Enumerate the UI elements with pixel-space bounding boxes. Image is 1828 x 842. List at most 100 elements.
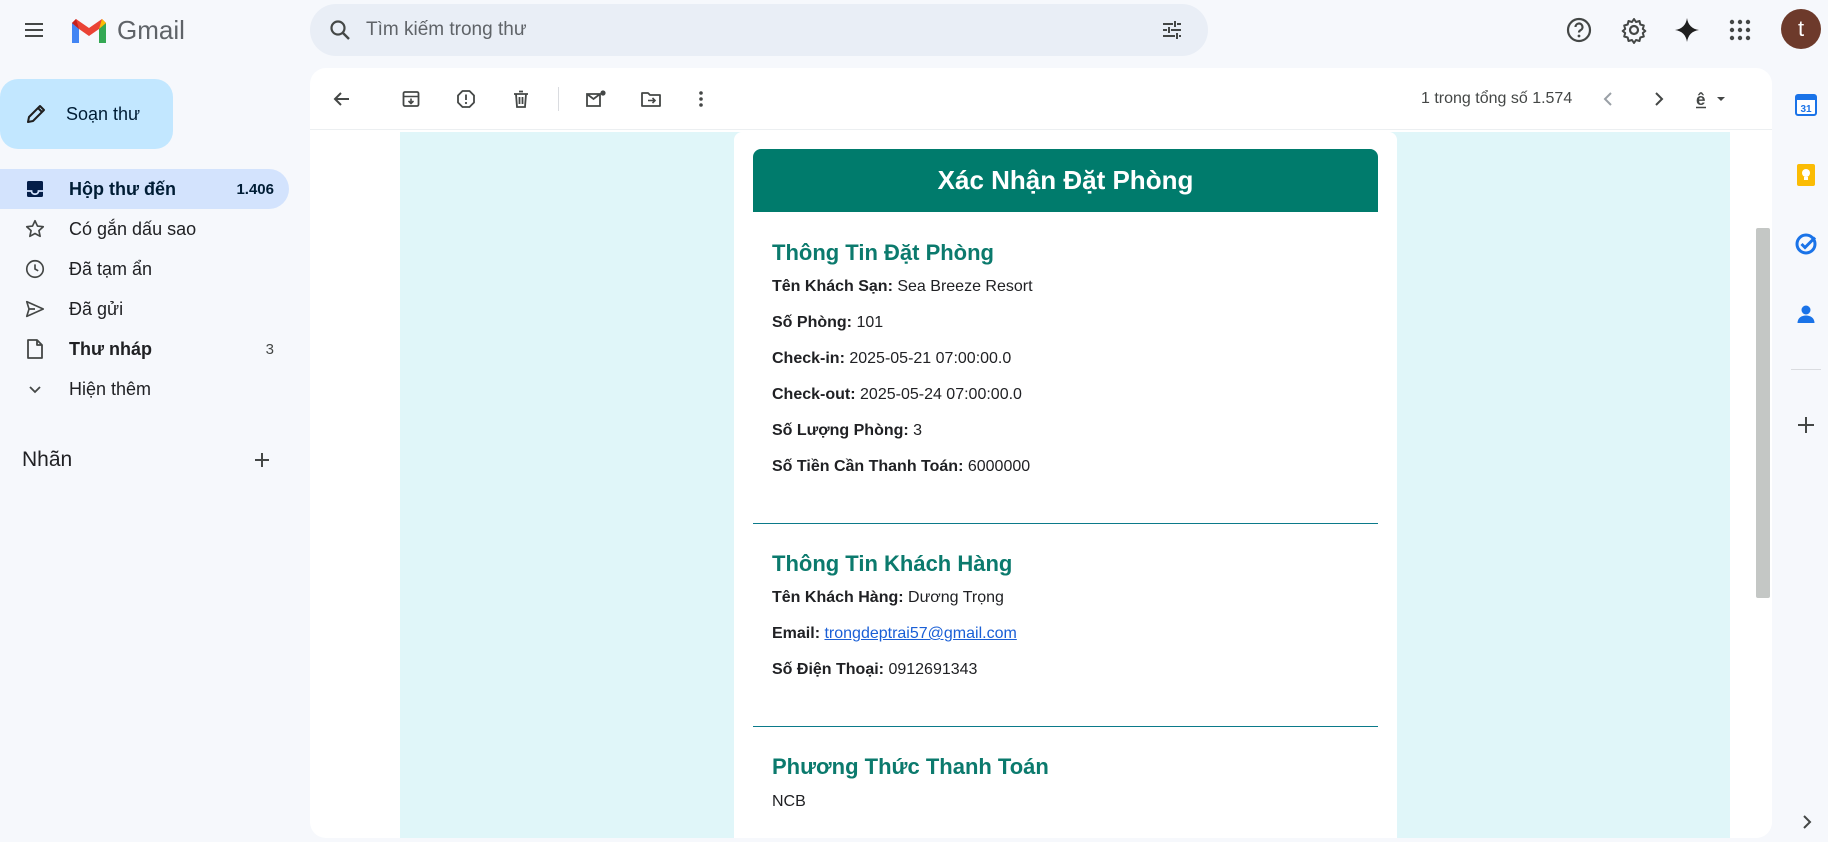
tune-icon: [1163, 21, 1181, 39]
send-icon: [23, 297, 47, 321]
row-value: 101: [856, 314, 884, 331]
booking-row-checkin: Check-in: 2025-05-21 07:00:00.0: [772, 350, 1011, 368]
svg-text:31: 31: [1800, 104, 1812, 115]
pencil-icon: [22, 100, 50, 128]
payment-section-title: Phương Thức Thanh Toán: [772, 754, 1049, 779]
booking-row-amount: Số Tiền Cần Thanh Toán: 6000000: [772, 458, 1030, 476]
contacts-app-button[interactable]: [1786, 294, 1826, 334]
svg-text:ê: ê: [1696, 90, 1705, 109]
row-label: Số Lượng Phòng:: [772, 422, 909, 439]
unread-count: 1.406: [236, 180, 274, 198]
show-side-panel-button[interactable]: [1786, 804, 1826, 840]
row-value: 3: [913, 422, 923, 439]
row-value: Sea Breeze Resort: [897, 278, 1033, 295]
customer-email-link[interactable]: trongdeptrai57@gmail.com: [824, 625, 1016, 642]
gear-icon: [1621, 18, 1647, 44]
row-label: Tên Khách Hàng:: [772, 589, 904, 606]
row-label: Check-in:: [772, 350, 845, 367]
row-label: Số Điện Thoại:: [772, 661, 884, 678]
delete-button[interactable]: [501, 79, 541, 119]
keep-app-button[interactable]: [1786, 155, 1826, 195]
search-icon: [330, 20, 350, 40]
draft-icon: [23, 337, 47, 361]
sparkle-icon: [1675, 18, 1699, 42]
tasks-app-button[interactable]: [1786, 224, 1826, 264]
customer-section-title: Thông Tin Khách Hàng: [772, 551, 1013, 576]
gmail-m-icon: [72, 19, 106, 43]
inbox-icon: [23, 177, 47, 201]
email-header-title: Xác Nhận Đặt Phòng: [753, 149, 1378, 212]
more-options-button[interactable]: [681, 79, 721, 119]
account-avatar[interactable]: t: [1781, 9, 1821, 49]
plus-icon: [1798, 417, 1814, 433]
star-icon: [23, 217, 47, 241]
sidebar-item-sent[interactable]: Đã gửi: [0, 289, 289, 329]
section-divider: [753, 726, 1378, 727]
chevron-left-icon: [1603, 92, 1612, 106]
sidebar-item-starred[interactable]: Có gắn dấu sao: [0, 209, 289, 249]
back-button[interactable]: [322, 79, 362, 119]
get-addons-button[interactable]: [1786, 405, 1826, 445]
booking-card: Xác Nhận Đặt Phòng Thông Tin Đặt Phòng T…: [734, 132, 1397, 838]
mark-unread-icon: [586, 90, 606, 107]
contacts-icon: [1797, 305, 1815, 323]
search-button[interactable]: [314, 4, 366, 56]
sidebar-nav: Hộp thư đến 1.406 Có gắn dấu sao Đã tạm …: [0, 169, 289, 409]
row-value: 6000000: [967, 458, 1031, 475]
scrollbar-thumb[interactable]: [1756, 228, 1770, 598]
payment-method-value: NCB: [772, 793, 806, 810]
sidebar-item-more[interactable]: Hiện thêm: [0, 369, 289, 409]
calendar-icon: 31: [1795, 94, 1817, 116]
tasks-icon: [1795, 233, 1817, 255]
gemini-button[interactable]: [1665, 8, 1709, 52]
search-input[interactable]: [366, 19, 1148, 41]
input-tools-icon: ê: [1696, 90, 1725, 109]
report-spam-button[interactable]: [446, 79, 486, 119]
sidebar-item-drafts[interactable]: Thư nháp 3: [0, 329, 289, 369]
settings-button[interactable]: [1612, 8, 1656, 52]
row-label: Tên Khách Sạn:: [772, 278, 893, 295]
sidebar-item-label: Hiện thêm: [69, 378, 152, 399]
booking-row-room: Số Phòng: 101: [772, 314, 883, 332]
row-value: Dương Trọng: [908, 589, 1004, 606]
message-toolbar: 1 trong tổng số 1.574 ê: [310, 68, 1772, 130]
archive-button[interactable]: [391, 79, 431, 119]
row-label: Số Phòng:: [772, 314, 852, 331]
compose-button[interactable]: Soạn thư: [0, 79, 173, 149]
row-label: Check-out:: [772, 386, 856, 403]
arrow-back-icon: [333, 92, 349, 106]
calendar-app-button[interactable]: 31: [1786, 85, 1826, 125]
sidebar-item-label: Hộp thư đến: [69, 178, 177, 199]
chevron-right-icon: [1655, 92, 1664, 106]
customer-row-phone: Số Điện Thoại: 0912691343: [772, 661, 977, 679]
sidebar-item-label: Thư nháp: [69, 338, 153, 359]
older-button[interactable]: [1638, 79, 1678, 119]
row-value: 2025-05-21 07:00:00.0: [849, 350, 1012, 367]
search-options-button[interactable]: [1148, 6, 1196, 54]
sidebar-item-snoozed[interactable]: Đã tạm ẩn: [0, 249, 289, 289]
create-label-button[interactable]: [242, 440, 282, 480]
move-to-button[interactable]: [631, 79, 671, 119]
apps-grid-icon: [1729, 19, 1751, 41]
customer-row-name: Tên Khách Hàng: Dương Trọng: [772, 589, 1004, 607]
sidebar-item-label: Đã gửi: [69, 298, 124, 319]
gmail-logo[interactable]: Gmail: [69, 12, 185, 48]
input-tools-button[interactable]: ê: [1688, 79, 1738, 119]
google-apps-button[interactable]: [1718, 8, 1762, 52]
customer-row-email: Email: trongdeptrai57@gmail.com: [772, 625, 1017, 643]
booking-row-hotel: Tên Khách Sạn: Sea Breeze Resort: [772, 278, 1033, 296]
search-bar[interactable]: [310, 4, 1208, 56]
clock-icon: [23, 257, 47, 281]
row-label: Số Tiền Cần Thanh Toán:: [772, 458, 964, 475]
gmail-logo-text: Gmail: [117, 14, 185, 45]
sidebar-item-inbox[interactable]: Hộp thư đến 1.406: [0, 169, 289, 209]
chevron-down-icon: [23, 377, 47, 401]
help-icon: [1566, 17, 1592, 43]
main-menu-button[interactable]: [14, 10, 54, 50]
mark-unread-button[interactable]: [576, 79, 616, 119]
labels-heading: Nhãn: [22, 448, 73, 471]
newer-button[interactable]: [1589, 79, 1629, 119]
booking-section-title: Thông Tin Đặt Phòng: [772, 240, 994, 265]
more-vert-icon: [699, 91, 703, 107]
support-button[interactable]: [1557, 8, 1601, 52]
